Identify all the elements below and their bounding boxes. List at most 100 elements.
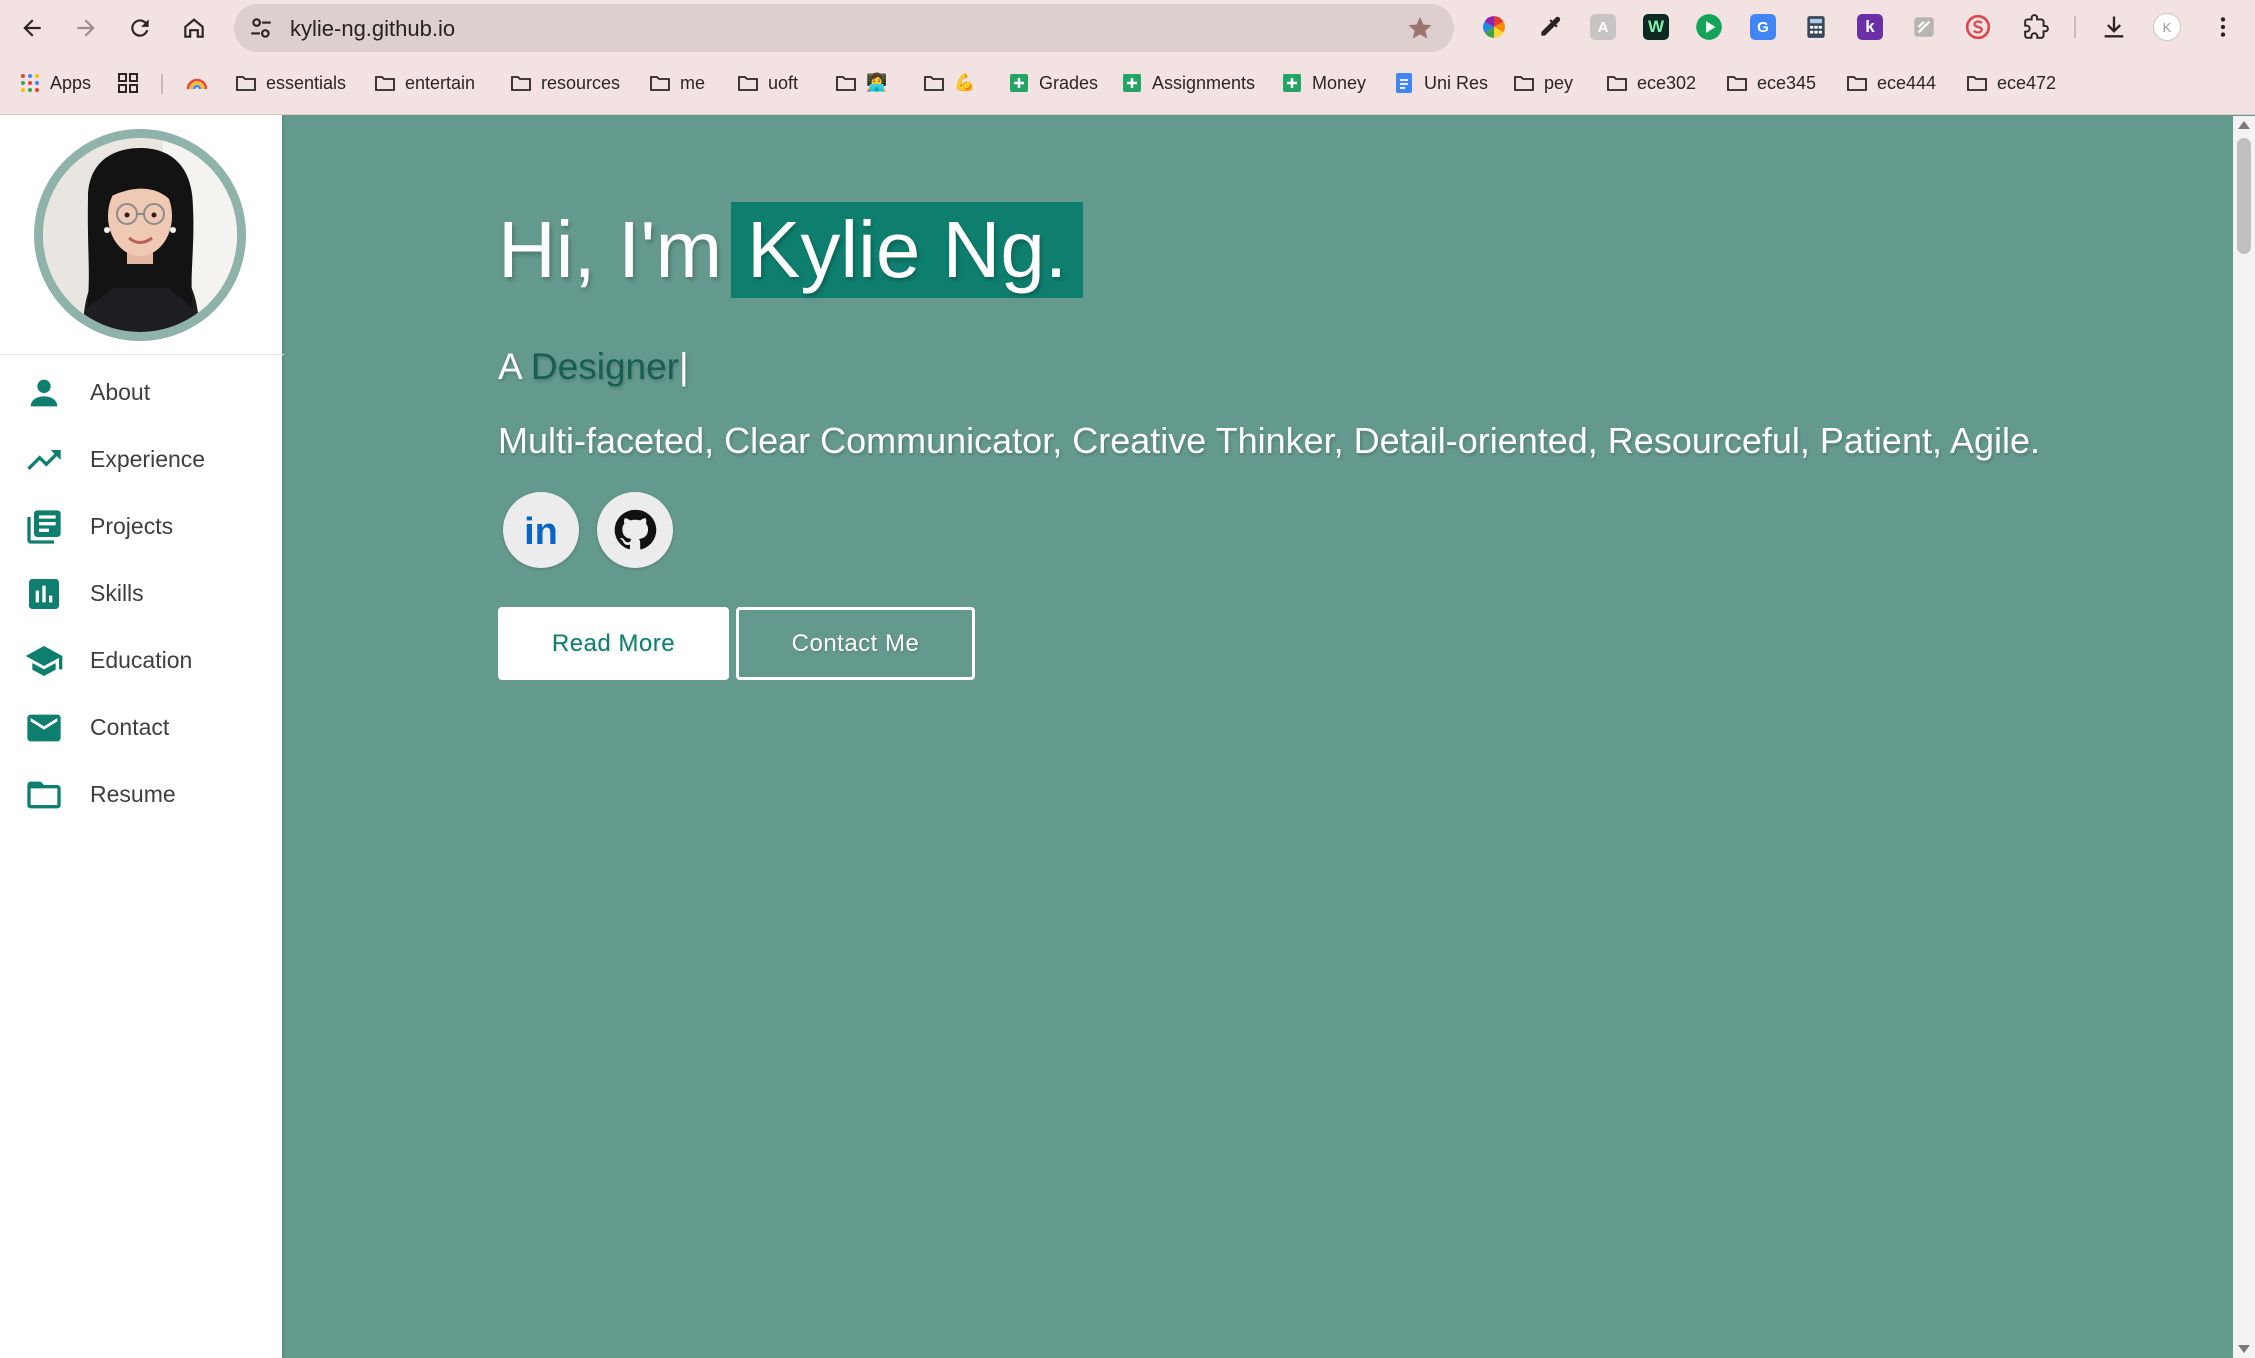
bookmark-folder-uoft[interactable]: uoft bbox=[736, 62, 798, 104]
bookmarks-bar: Apps essentials entertain resources me u… bbox=[0, 62, 2255, 104]
bookmark-uni-res[interactable]: Uni Res bbox=[1392, 62, 1488, 104]
linkedin-link[interactable]: in bbox=[503, 492, 579, 568]
grammarly-extension[interactable] bbox=[1694, 12, 1724, 42]
downloads-button[interactable] bbox=[2099, 12, 2129, 42]
extensions-button[interactable] bbox=[2021, 12, 2051, 42]
sidebar-item-projects[interactable]: Projects bbox=[0, 493, 284, 560]
eyedropper-extension[interactable] bbox=[1535, 12, 1565, 42]
bookmark-folder-technologist[interactable]: 👩‍💻 bbox=[834, 62, 887, 104]
bookmark-label: Money bbox=[1312, 72, 1367, 93]
bookmark-folder-entertain[interactable]: entertain bbox=[373, 62, 475, 104]
profile-button[interactable]: K bbox=[2152, 12, 2182, 42]
grammarly-play-icon bbox=[1696, 14, 1722, 40]
bookmark-assignments[interactable]: Assignments bbox=[1120, 62, 1255, 104]
scroll-up-arrow-icon[interactable] bbox=[2238, 121, 2250, 129]
trending-up-icon bbox=[27, 450, 61, 470]
bar-chart-icon bbox=[29, 579, 59, 609]
text-extension[interactable]: A bbox=[1588, 12, 1618, 42]
eyedropper-icon bbox=[1541, 16, 1561, 36]
shield-extension[interactable] bbox=[1963, 12, 1993, 42]
sidebar: About Experience Projects Skills Educati… bbox=[0, 115, 284, 1358]
site-info-icon[interactable] bbox=[248, 15, 274, 41]
library-books-icon bbox=[27, 510, 61, 544]
sidebar-item-skills[interactable]: Skills bbox=[0, 560, 284, 627]
rainbow-icon bbox=[186, 78, 208, 90]
address-bar[interactable]: kylie-ng.github.io bbox=[234, 4, 1454, 52]
bookmark-label: 💪 bbox=[954, 73, 976, 92]
url-text: kylie-ng.github.io bbox=[290, 16, 456, 41]
writer-extension[interactable]: W bbox=[1641, 12, 1671, 42]
sidebar-divider bbox=[0, 354, 284, 355]
sidebar-item-resume[interactable]: Resume bbox=[0, 761, 284, 828]
bookmark-label: resources bbox=[541, 72, 621, 93]
typing-cursor: | bbox=[679, 346, 689, 387]
bookmark-label: pey bbox=[1544, 72, 1574, 93]
sidebar-nav: About Experience Projects Skills Educati… bbox=[0, 359, 284, 828]
bookmark-rainbow[interactable] bbox=[185, 62, 209, 104]
color-wheel-icon bbox=[1483, 16, 1505, 38]
menu-button[interactable] bbox=[2208, 12, 2238, 42]
sheets-icon bbox=[1283, 74, 1301, 92]
forward-button[interactable] bbox=[66, 8, 106, 48]
folder-icon bbox=[650, 76, 670, 91]
bookmark-label: uoft bbox=[768, 72, 799, 93]
bookmark-star-icon[interactable] bbox=[1406, 14, 1434, 42]
bookmark-folder-resources[interactable]: resources bbox=[509, 62, 620, 104]
folder-icon bbox=[1607, 76, 1627, 91]
bookmark-label: ece345 bbox=[1757, 72, 1817, 93]
bookmark-folder-essentials[interactable]: essentials bbox=[234, 62, 346, 104]
sidebar-item-about[interactable]: About bbox=[0, 359, 284, 426]
read-more-button[interactable]: Read More bbox=[498, 607, 729, 680]
bookmark-folder-ece472[interactable]: ece472 bbox=[1965, 62, 2056, 104]
notes-extension[interactable] bbox=[1909, 12, 1939, 42]
folder-icon bbox=[236, 76, 256, 91]
folder-icon bbox=[738, 76, 758, 91]
bookmark-label: Grades bbox=[1039, 72, 1099, 93]
bookmark-folder-ece444[interactable]: ece444 bbox=[1845, 62, 1936, 104]
bookmark-folder-ece302[interactable]: ece302 bbox=[1605, 62, 1696, 104]
color-picker-extension[interactable] bbox=[1479, 12, 1509, 42]
profile-avatar: K bbox=[2153, 13, 2181, 41]
toolbar-separator bbox=[2074, 16, 2076, 38]
bookmark-folder-muscle[interactable]: 💪 bbox=[922, 62, 975, 104]
back-arrow-icon bbox=[23, 19, 41, 37]
google-translate-icon: G bbox=[1750, 14, 1776, 40]
translate-extension[interactable]: G bbox=[1748, 12, 1778, 42]
bookmark-apps[interactable]: Apps bbox=[18, 62, 91, 104]
sidebar-item-contact[interactable]: Contact bbox=[0, 694, 284, 761]
typed-role: Designer bbox=[530, 346, 679, 387]
browser-toolbar: kylie-ng.github.io A W G k K bbox=[0, 0, 2255, 56]
scroll-thumb[interactable] bbox=[2237, 138, 2251, 254]
bookmark-grid[interactable] bbox=[116, 62, 140, 104]
bookmark-grades[interactable]: Grades bbox=[1007, 62, 1098, 104]
page-scrollbar[interactable] bbox=[2233, 116, 2255, 1358]
back-button[interactable] bbox=[12, 8, 52, 48]
home-button[interactable] bbox=[174, 8, 214, 48]
sidebar-item-education[interactable]: Education bbox=[0, 627, 284, 694]
bookmark-money[interactable]: Money bbox=[1280, 62, 1366, 104]
github-link[interactable] bbox=[597, 492, 673, 568]
bookmark-label: ece444 bbox=[1877, 72, 1937, 93]
calculator-extension[interactable] bbox=[1801, 12, 1831, 42]
shield-s-icon bbox=[1965, 14, 1991, 40]
typed-prefix: A bbox=[498, 346, 521, 387]
contact-me-button[interactable]: Contact Me bbox=[736, 607, 975, 680]
kami-k-icon: k bbox=[1857, 14, 1883, 40]
bookmark-folder-pey[interactable]: pey bbox=[1512, 62, 1573, 104]
text-a-icon: A bbox=[1590, 14, 1616, 40]
bookmark-folder-ece345[interactable]: ece345 bbox=[1725, 62, 1816, 104]
scroll-down-arrow-icon[interactable] bbox=[2238, 1345, 2250, 1353]
folder-icon bbox=[924, 76, 944, 91]
download-icon bbox=[2104, 16, 2124, 38]
reload-button[interactable] bbox=[120, 8, 160, 48]
more-vertical-icon bbox=[2220, 17, 2226, 37]
writer-w-icon: W bbox=[1643, 14, 1669, 40]
hero-section: Hi, I'm Kylie Ng. A Designer| Multi-face… bbox=[286, 116, 2233, 1358]
sidebar-item-experience[interactable]: Experience bbox=[0, 426, 284, 493]
notes-icon bbox=[1914, 17, 1934, 37]
profile-photo-frame bbox=[34, 129, 246, 341]
folder-icon bbox=[1514, 76, 1534, 91]
bookmark-folder-me[interactable]: me bbox=[648, 62, 705, 104]
bookmark-label: me bbox=[680, 72, 706, 93]
kami-extension[interactable]: k bbox=[1855, 12, 1885, 42]
